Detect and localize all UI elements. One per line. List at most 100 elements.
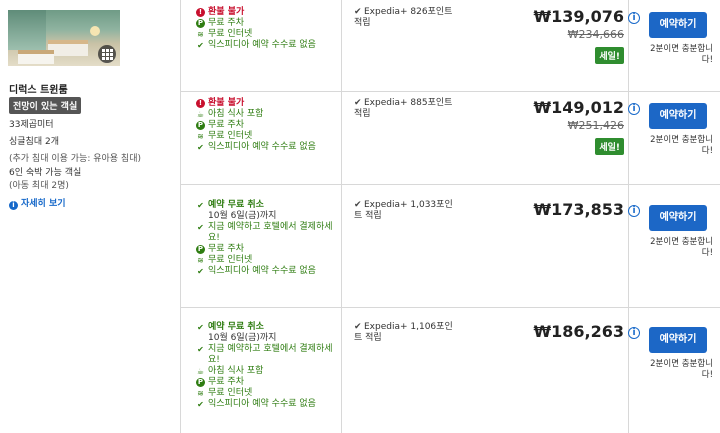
book-button[interactable]: 예약하기: [649, 205, 707, 231]
book-button[interactable]: 예약하기: [649, 12, 707, 38]
wifi-icon: ≋: [197, 132, 204, 141]
wifi-icon: ≋: [197, 388, 204, 398]
price: ₩173,853 i: [515, 200, 640, 220]
price: ₩139,076 i: [515, 7, 640, 27]
feature-text: 무료 주차: [208, 376, 244, 387]
price-info-icon[interactable]: i: [628, 205, 640, 217]
check-icon: ✔: [354, 7, 362, 17]
feature-text: 아침 식사 포함: [208, 109, 264, 119]
price: ₩149,012 i: [515, 98, 640, 118]
feature-item: ✔ 익스피디아 예약 수수료 없음: [196, 399, 336, 410]
reward-points-text: Expedia+ 885포인트 적립: [354, 98, 453, 119]
divider: [181, 307, 720, 308]
room-capacity: 6인 숙박 가능 객실: [9, 168, 82, 178]
feature-text: 10월 6일(금)까지: [208, 333, 277, 343]
price-box: ₩149,012 i ₩251,426 세일!: [515, 98, 640, 155]
book-button[interactable]: 예약하기: [649, 327, 707, 353]
check-icon: ✔: [354, 322, 362, 332]
feature-text: 10월 6일(금)까지: [208, 211, 277, 221]
feature-text: 환불 불가: [208, 98, 245, 108]
booking: 예약하기 2분이면 충분합니다!: [643, 200, 715, 259]
room-photo[interactable]: [8, 10, 120, 66]
check-icon: ✔: [197, 399, 204, 409]
book-button[interactable]: 예약하기: [649, 103, 707, 129]
feature-item: ✔ 예약 무료 취소: [196, 200, 336, 211]
reward-points: ✔ Expedia+ 885포인트 적립: [354, 98, 454, 120]
book-note: 2분이면 충분합니다!: [650, 44, 713, 65]
parking-icon: P: [196, 377, 205, 387]
feature-item: 10월 6일(금)까지: [196, 211, 336, 222]
room-children: (아동 최대 2명): [9, 181, 69, 191]
details-link[interactable]: i 자세히 보기: [9, 196, 66, 210]
reward-points-text: Expedia+ 1,106포인트 적립: [354, 322, 453, 343]
price-box: ₩173,853 i: [515, 200, 640, 220]
check-icon: ✔: [197, 143, 204, 152]
feature-text: 지금 예약하고 호텔에서 결제하세요!: [208, 344, 333, 365]
price-info-icon[interactable]: i: [628, 103, 640, 115]
price-info-icon[interactable]: i: [628, 327, 640, 339]
book-note: 2분이면 충분합니다!: [650, 237, 713, 258]
divider: [180, 0, 181, 433]
feature-item: ≋ 무료 인터넷: [196, 388, 336, 399]
view-badge: 전망이 있는 객실: [9, 97, 82, 114]
feature-item: ✔ 익스피디아 예약 수수료 없음: [196, 40, 336, 51]
price-value: ₩139,076: [533, 7, 624, 26]
parking-icon: P: [196, 19, 205, 28]
feature-item: ☕ 아침 식사 포함: [196, 109, 336, 120]
feature-text: 익스피디아 예약 수수료 없음: [208, 265, 316, 276]
divider: [181, 184, 720, 185]
price-info-icon[interactable]: i: [628, 12, 640, 24]
info-icon: i: [9, 201, 18, 210]
price-value: ₩186,263: [533, 322, 624, 341]
feature-item: ✔ 익스피디아 예약 수수료 없음: [196, 266, 336, 277]
feature-text: 예약 무료 취소: [208, 322, 264, 332]
price-box: ₩186,263 i: [515, 322, 640, 342]
feature-item: ✔ 지금 예약하고 호텔에서 결제하세요!: [196, 222, 336, 243]
exclamation-icon: !: [196, 99, 205, 108]
reward-points: ✔ Expedia+ 826포인트 적립: [354, 7, 454, 29]
check-icon: ✔: [354, 98, 362, 108]
reward-points-text: Expedia+ 826포인트 적립: [354, 7, 453, 28]
feature-item: 10월 6일(금)까지: [196, 333, 336, 344]
booking: 예약하기 2분이면 충분합니다!: [643, 98, 715, 157]
check-icon: ✔: [197, 41, 204, 50]
sale-badge: 세일!: [595, 47, 624, 64]
room-info: 디럭스 트윈룸 전망이 있는 객실 33제곱미터 싱글침대 2개 (추가 침대 …: [0, 0, 180, 433]
parking-icon: P: [196, 121, 205, 130]
feature-item: P 무료 주차: [196, 18, 336, 29]
feature-text: 지금 예약하고 호텔에서 결제하세요!: [208, 222, 333, 243]
book-note: 2분이면 충분합니다!: [650, 359, 713, 380]
offer-features: ! 환불 불가 P 무료 주차 ≋ 무료 인터넷 ✔ 익스피디아 예약 수수료 없음: [196, 7, 336, 51]
offer-features: ! 환불 불가 ☕ 아침 식사 포함 P 무료 주차 ≋ 무료 인터넷 ✔ 익스피디아 예약 수수…: [196, 98, 336, 153]
feature-text: 환불 불가: [208, 7, 245, 17]
old-price: ₩234,666: [567, 28, 624, 41]
sale-badge: 세일!: [595, 138, 624, 155]
feature-text: 무료 인터넷: [208, 29, 253, 39]
feature-text: 무료 인터넷: [208, 254, 253, 265]
price-box: ₩139,076 i ₩234,666 세일!: [515, 7, 640, 64]
feature-text: 예약 무료 취소: [208, 200, 264, 210]
booking: 예약하기 2분이면 충분합니다!: [643, 322, 715, 381]
room-bed: 싱글침대 2개: [9, 137, 59, 147]
reward-points: ✔ Expedia+ 1,033포인트 적립: [354, 200, 454, 222]
price-value: ₩149,012: [533, 98, 624, 117]
details-link-label: 자세히 보기: [21, 199, 66, 209]
gallery-grid-icon[interactable]: [98, 45, 116, 63]
feature-item: ≋ 무료 인터넷: [196, 255, 336, 266]
old-price: ₩251,426: [567, 119, 624, 132]
price-value: ₩173,853: [533, 200, 624, 219]
feature-item: P 무료 주차: [196, 120, 336, 131]
check-icon: ✔: [197, 345, 204, 354]
feature-item: ≋ 무료 인터넷: [196, 131, 336, 142]
feature-item: ! 환불 불가: [196, 98, 336, 109]
feature-item: P 무료 주차: [196, 377, 336, 388]
offer-features: ✔ 예약 무료 취소 10월 6일(금)까지 ✔ 지금 예약하고 호텔에서 결제하세요!…: [196, 200, 336, 277]
feature-text: 익스피디아 예약 수수료 없음: [208, 40, 316, 50]
reward-points: ✔ Expedia+ 1,106포인트 적립: [354, 322, 454, 344]
feature-item: P 무료 주차: [196, 244, 336, 255]
wifi-icon: ≋: [197, 30, 204, 39]
coffee-cup-icon: ☕: [196, 110, 205, 119]
feature-item: ☕ 아침 식사 포함: [196, 366, 336, 377]
check-icon: ✔: [197, 266, 204, 276]
feature-item: ≋ 무료 인터넷: [196, 29, 336, 40]
